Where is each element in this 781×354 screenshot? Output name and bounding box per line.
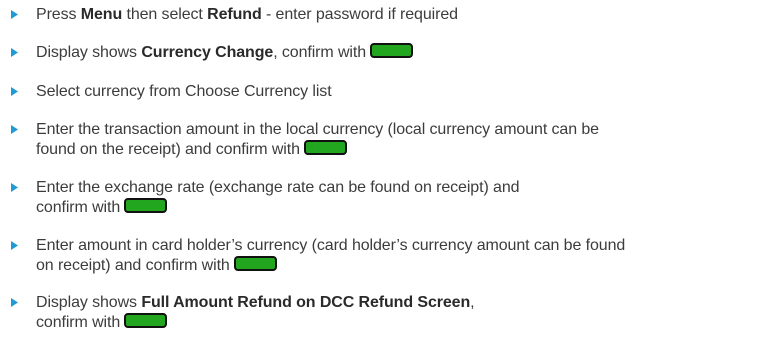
step-text: Enter the transaction amount in the loca…: [36, 120, 776, 160]
triangle-bullet-icon: [0, 293, 36, 312]
step-text: Enter amount in card holder’s currency (…: [36, 236, 776, 276]
step-text-part: then select: [122, 6, 208, 23]
step-text-line: found on the receipt) and confirm with: [36, 141, 300, 158]
triangle-bullet-icon: [0, 82, 36, 101]
list-item: Select currency from Choose Currency lis…: [0, 82, 781, 102]
full-amount-refund-label: Full Amount Refund on DCC Refund Screen: [141, 294, 471, 311]
list-item: Enter the transaction amount in the loca…: [0, 120, 781, 160]
step-text-line: confirm with: [36, 199, 121, 216]
list-item: Press Menu then select Refund - enter pa…: [0, 5, 781, 25]
menu-label: Menu: [80, 6, 123, 23]
step-text-line: on receipt) and confirm with: [36, 257, 230, 274]
triangle-bullet-icon: [0, 5, 36, 24]
step-text-part: Select currency from Choose Currency lis…: [36, 83, 332, 100]
green-confirm-key-icon: [303, 140, 347, 155]
step-text-line: Enter the transaction amount in the loca…: [36, 121, 599, 138]
step-text-line: confirm with: [36, 314, 121, 331]
step-text-part: ,: [470, 294, 475, 311]
green-confirm-key-icon: [370, 43, 414, 58]
green-confirm-key-icon: [124, 198, 168, 213]
step-text-part: Display shows: [36, 44, 142, 61]
triangle-bullet-icon: [0, 120, 36, 139]
currency-change-label: Currency Change: [141, 44, 274, 61]
step-text: Enter the exchange rate (exchange rate c…: [36, 178, 776, 218]
green-confirm-key-icon: [124, 313, 168, 328]
step-text-part: Display shows: [36, 294, 142, 311]
step-text-part: , confirm with: [273, 44, 367, 61]
step-text-part: Press: [36, 6, 81, 23]
list-item: Enter the exchange rate (exchange rate c…: [0, 178, 781, 218]
step-text: Press Menu then select Refund - enter pa…: [36, 5, 776, 25]
step-text: Display shows Full Amount Refund on DCC …: [36, 293, 776, 333]
step-text: Display shows Currency Change, confirm w…: [36, 43, 776, 63]
step-text-line: Enter amount in card holder’s currency (…: [36, 237, 626, 254]
step-text-part: - enter password if required: [261, 6, 458, 23]
list-item: Enter amount in card holder’s currency (…: [0, 236, 781, 276]
instruction-list: Press Menu then select Refund - enter pa…: [0, 0, 781, 354]
step-text: Select currency from Choose Currency lis…: [36, 82, 776, 102]
step-text-line: Enter the exchange rate (exchange rate c…: [36, 179, 520, 196]
list-item: Display shows Full Amount Refund on DCC …: [0, 293, 781, 333]
triangle-bullet-icon: [0, 236, 36, 255]
refund-label: Refund: [207, 6, 262, 23]
triangle-bullet-icon: [0, 178, 36, 197]
list-item: Display shows Currency Change, confirm w…: [0, 43, 781, 63]
triangle-bullet-icon: [0, 43, 36, 62]
green-confirm-key-icon: [233, 256, 277, 271]
